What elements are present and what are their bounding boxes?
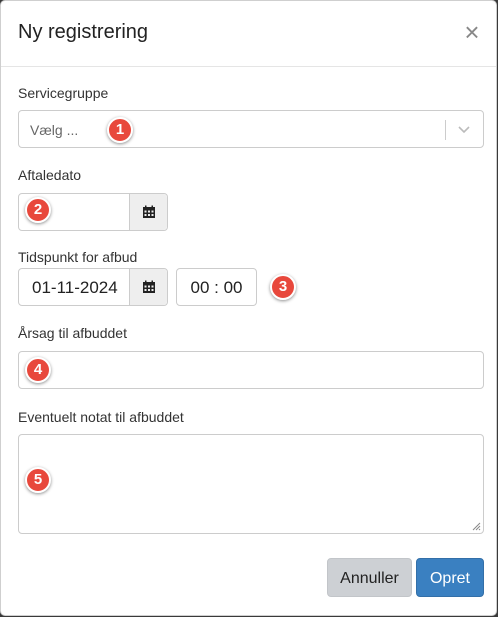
reason-label: Årsag til afbuddet	[18, 325, 127, 341]
annotation-badge-2: 2	[25, 197, 51, 223]
annotation-badge-3: 3	[270, 274, 296, 300]
modal-header: Ny registrering ×	[1, 1, 496, 67]
calendar-icon	[142, 280, 155, 293]
create-button[interactable]: Opret	[416, 558, 484, 597]
note-textarea[interactable]	[18, 434, 484, 534]
select-separator	[445, 120, 446, 140]
service-group-select[interactable]: Vælg ...	[18, 110, 484, 148]
cancel-button[interactable]: Annuller	[327, 558, 412, 597]
annotation-badge-4: 4	[25, 357, 51, 383]
cancellation-time-label: Tidspunkt for afbud	[18, 249, 138, 265]
resize-grip-icon[interactable]	[471, 521, 481, 531]
appointment-date-calendar-button[interactable]	[129, 194, 167, 230]
chevron-down-icon[interactable]	[457, 122, 471, 136]
calendar-icon	[142, 205, 155, 218]
cancellation-date-group: 01-11-2024	[18, 268, 168, 306]
note-label: Eventuelt notat til afbuddet	[18, 409, 184, 425]
close-icon[interactable]: ×	[460, 19, 484, 47]
annotation-badge-1: 1	[107, 117, 133, 143]
modal-title: Ny registrering	[18, 21, 149, 43]
annotation-badge-5: 5	[25, 467, 51, 493]
appointment-date-label: Aftaledato	[18, 167, 82, 183]
cancellation-date-input[interactable]: 01-11-2024	[19, 269, 129, 305]
cancellation-time-input[interactable]: 00 : 00	[176, 268, 257, 306]
service-group-placeholder: Vælg ...	[30, 122, 79, 138]
reason-input[interactable]	[18, 351, 484, 389]
new-registration-modal: Ny registrering × Servicegruppe Vælg ...…	[0, 0, 497, 616]
cancellation-date-calendar-button[interactable]	[129, 269, 167, 305]
service-group-label: Servicegruppe	[18, 85, 109, 101]
